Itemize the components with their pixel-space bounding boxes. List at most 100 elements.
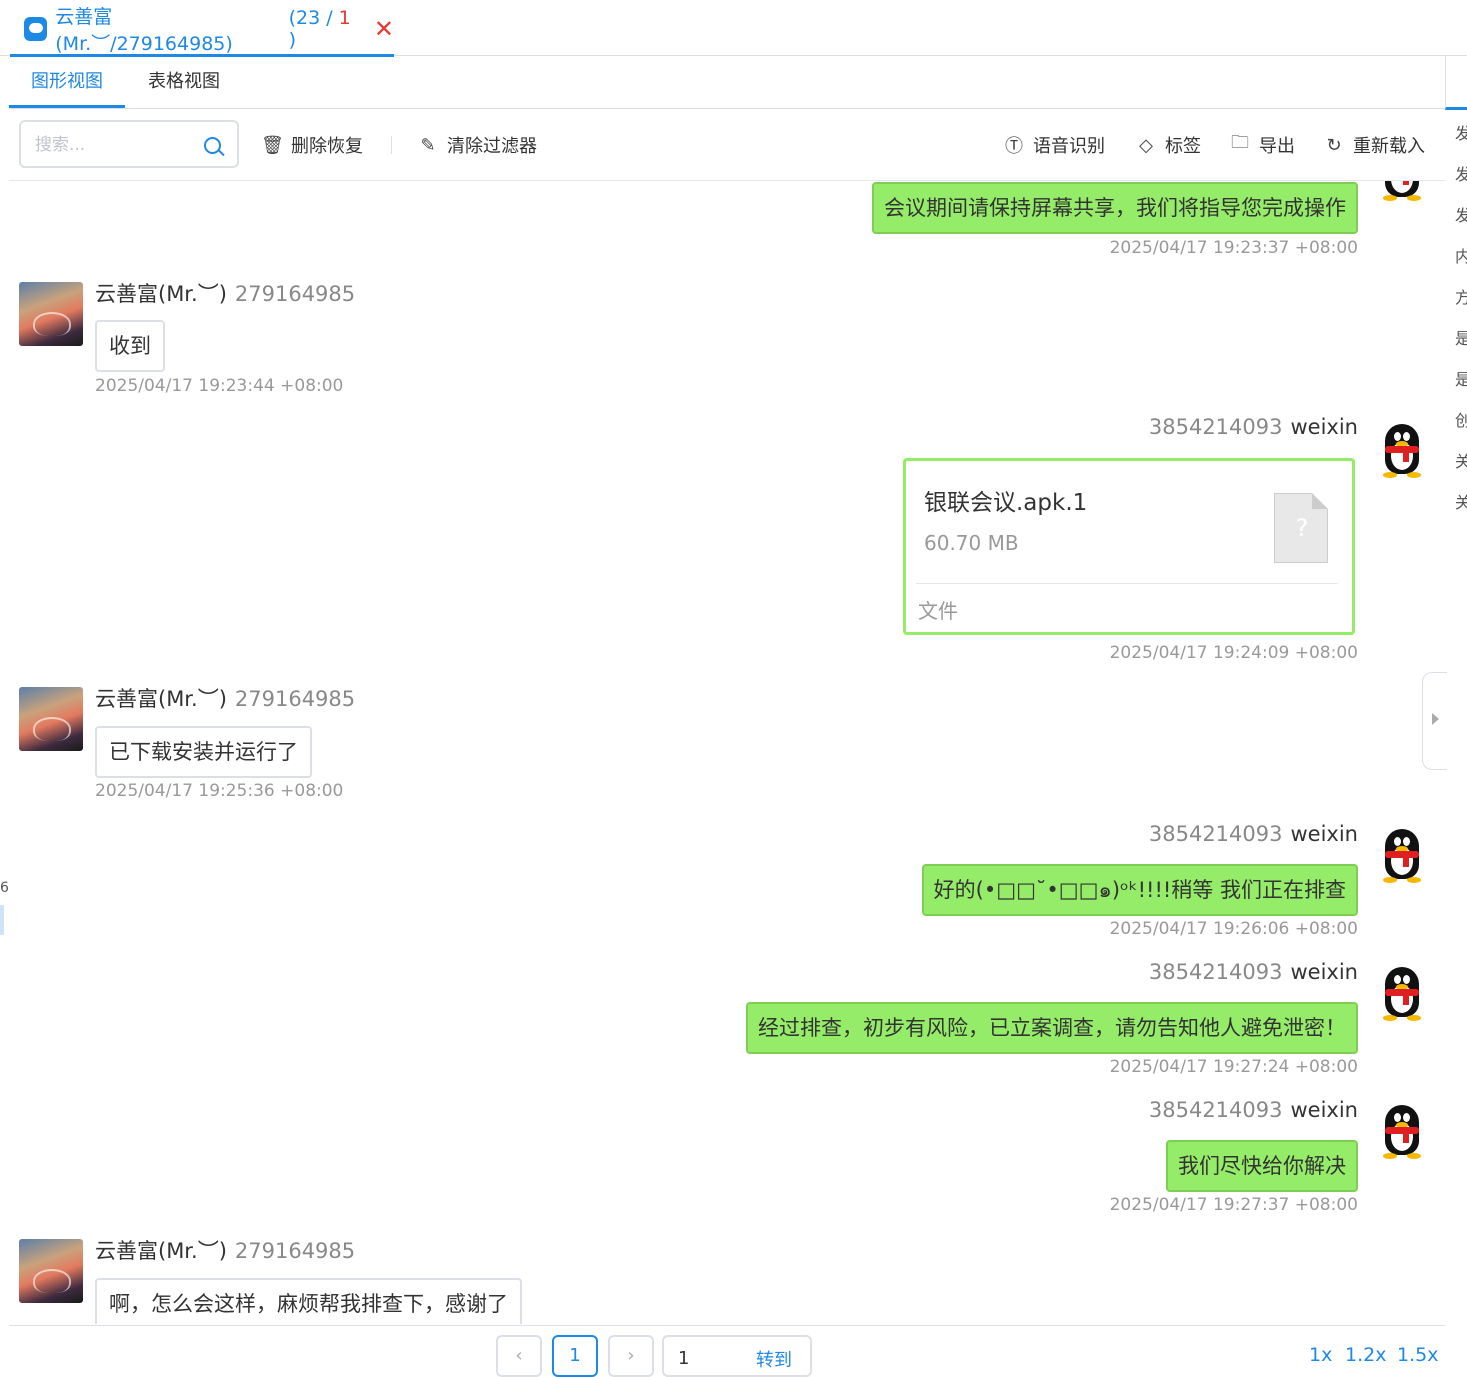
export-button[interactable]: 🗀 导出 xyxy=(1229,132,1295,158)
search-input[interactable] xyxy=(33,132,197,158)
chat-message-list[interactable]: 会议期间请保持屏幕共享，我们将指导您完成操作 2025/04/17 19:23:… xyxy=(9,181,1445,1324)
next-page-button[interactable]: › xyxy=(608,1335,654,1377)
message-bubble-incoming[interactable]: 已下载安装并运行了 xyxy=(95,726,312,778)
zoom-1-2x-button[interactable]: 1.2x xyxy=(1345,1344,1386,1366)
goto-page-button[interactable]: 转到 xyxy=(756,1346,792,1372)
clipped-left-text: 6 xyxy=(0,880,9,896)
unknown-file-icon: ? xyxy=(1274,493,1328,563)
clipped-text: 创 xyxy=(1455,411,1467,430)
zoom-1-5x-button[interactable]: 1.5x xyxy=(1397,1344,1438,1366)
contact-avatar[interactable] xyxy=(19,1239,83,1303)
left-selection-indicator xyxy=(0,905,4,935)
clipped-text: 内 xyxy=(1455,247,1467,266)
clipped-text: 方 xyxy=(1455,288,1467,307)
tab-graph-view[interactable]: 图形视图 xyxy=(9,56,125,108)
tab-message-count: (23 / 1 ) xyxy=(288,7,351,51)
sender-id: 3854214093 xyxy=(1148,960,1283,984)
text-box-icon: Ⓣ xyxy=(1005,136,1023,157)
sender-id: 279164985 xyxy=(234,282,356,306)
qq-penguin-avatar[interactable] xyxy=(1379,967,1425,1023)
file-message-card[interactable]: 银联会议.apk.1 60.70 MB ? 文件 xyxy=(903,458,1355,635)
goto-page-input[interactable] xyxy=(676,1345,740,1371)
chevron-right-icon xyxy=(1432,713,1439,725)
broom-icon: ✎ xyxy=(420,134,436,156)
clipped-text: 发 xyxy=(1455,165,1467,184)
qq-penguin-avatar[interactable] xyxy=(1379,829,1425,885)
message-timestamp: 2025/04/17 19:23:44 +08:00 xyxy=(95,376,344,396)
message-bubble-outgoing[interactable]: 好的(•□□˘•□□๑)ᵒᵏ!!!!稍等 我们正在排查 xyxy=(921,864,1358,916)
trash-icon: 🗑 xyxy=(261,134,284,156)
speech-recognition-label: 语音识别 xyxy=(1033,136,1105,157)
sender-id: 3854214093 xyxy=(1148,415,1283,439)
tag-icon: ◇ xyxy=(1139,134,1153,156)
clear-filter-button[interactable]: ✎ 清除过滤器 xyxy=(417,132,537,158)
prev-page-button[interactable]: ‹ xyxy=(496,1335,542,1377)
sender-name: weixin xyxy=(1290,415,1358,439)
message-timestamp: 2025/04/17 19:24:09 +08:00 xyxy=(1109,643,1358,663)
pagination-bar: ‹ 1 › 转到 1x 1.2x 1.5x xyxy=(9,1325,1445,1377)
qq-penguin-avatar[interactable] xyxy=(1379,181,1425,203)
tag-button[interactable]: ◇ 标签 xyxy=(1135,132,1201,158)
right-panel-tab[interactable] xyxy=(1445,56,1467,110)
close-icon[interactable]: ✕ xyxy=(374,17,394,41)
document-tab-strip: 云善富(Mr.︶/279164985) (23 / 1 ) ✕ xyxy=(0,0,1467,57)
clipped-text: 关 xyxy=(1455,452,1467,471)
delete-recover-label: 删除恢复 xyxy=(291,136,363,157)
toolbar: 🗑 删除恢复 ✎ 清除过滤器 Ⓣ 语音识别 ◇ 标签 🗀 导出 ↻ 重新载入 xyxy=(9,110,1445,181)
export-label: 导出 xyxy=(1259,136,1295,157)
sender-header: 云善富(Mr.︶) 279164985 xyxy=(95,683,355,713)
tab-table-view[interactable]: 表格视图 xyxy=(133,56,235,108)
file-name: 银联会议.apk.1 xyxy=(924,490,1088,516)
clipped-text: 关 xyxy=(1455,493,1467,512)
contact-avatar[interactable] xyxy=(19,687,83,751)
file-size: 60.70 MB xyxy=(924,531,1019,555)
tag-label: 标签 xyxy=(1165,136,1201,157)
speech-recognition-button[interactable]: Ⓣ 语音识别 xyxy=(1003,132,1105,158)
sender-header: 云善富(Mr.︶) 279164985 xyxy=(95,1235,355,1265)
sender-name: 云善富(Mr.︶) xyxy=(95,1239,227,1263)
clipped-text: 是 xyxy=(1455,329,1467,348)
delete-recover-button[interactable]: 🗑 删除恢复 xyxy=(261,132,363,158)
message-timestamp: 2025/04/17 19:25:36 +08:00 xyxy=(95,781,344,801)
export-folder-icon: 🗀 xyxy=(1231,132,1249,153)
chat-document-tab[interactable]: 云善富(Mr.︶/279164985) (23 / 1 ) ✕ xyxy=(10,4,394,57)
search-box xyxy=(19,120,239,168)
message-timestamp: 2025/04/17 19:27:37 +08:00 xyxy=(1109,1195,1358,1215)
zoom-1x-button[interactable]: 1x xyxy=(1309,1344,1332,1366)
sender-name: 云善富(Mr.︶) xyxy=(95,687,227,711)
file-type-label: 文件 xyxy=(918,599,958,623)
message-bubble-outgoing[interactable]: 经过排查，初步有风险，已立案调查，请勿告知他人避免泄密！ xyxy=(746,1002,1358,1054)
message-timestamp: 2025/04/17 19:26:06 +08:00 xyxy=(1109,919,1358,939)
file-card-divider xyxy=(916,583,1338,584)
message-bubble-outgoing[interactable]: 我们尽快给你解决 xyxy=(1166,1140,1358,1192)
qq-penguin-avatar[interactable] xyxy=(1379,1105,1425,1161)
search-icon[interactable] xyxy=(204,137,221,154)
sender-header: 3854214093 weixin xyxy=(1149,415,1358,439)
sender-header: 3854214093 weixin xyxy=(1149,822,1358,846)
sender-name: weixin xyxy=(1290,960,1358,984)
sender-id: 279164985 xyxy=(234,687,356,711)
qq-penguin-avatar[interactable] xyxy=(1379,424,1425,480)
sender-name: weixin xyxy=(1290,822,1358,846)
clipped-text: 发 xyxy=(1455,206,1467,225)
sender-name: weixin xyxy=(1290,1098,1358,1122)
page-number-button[interactable]: 1 xyxy=(552,1335,598,1377)
sender-name: 云善富(Mr.︶) xyxy=(95,282,227,306)
sender-header: 云善富(Mr.︶) 279164985 xyxy=(95,278,355,308)
message-timestamp: 2025/04/17 19:27:24 +08:00 xyxy=(1109,1057,1358,1077)
reload-button[interactable]: ↻ 重新载入 xyxy=(1323,132,1425,158)
chat-bubble-icon xyxy=(24,17,48,41)
sender-header: 3854214093 weixin xyxy=(1149,960,1358,984)
message-bubble-outgoing[interactable]: 会议期间请保持屏幕共享，我们将指导您完成操作 xyxy=(872,182,1358,234)
message-bubble-incoming[interactable]: 啊，怎么会这样，麻烦帮我排查下，感谢了 xyxy=(95,1278,522,1324)
view-tabs: 图形视图 表格视图 xyxy=(9,56,1445,109)
side-panel-toggle[interactable] xyxy=(1422,672,1447,770)
message-bubble-incoming[interactable]: 收到 xyxy=(95,320,165,372)
clear-filter-label: 清除过滤器 xyxy=(447,136,537,157)
goto-page-box: 转到 xyxy=(662,1335,812,1377)
sender-id: 3854214093 xyxy=(1148,1098,1283,1122)
tab-title: 云善富(Mr.︶/279164985) xyxy=(55,6,233,55)
sender-id: 3854214093 xyxy=(1148,822,1283,846)
sender-header: 3854214093 weixin xyxy=(1149,1098,1358,1122)
contact-avatar[interactable] xyxy=(19,282,83,346)
